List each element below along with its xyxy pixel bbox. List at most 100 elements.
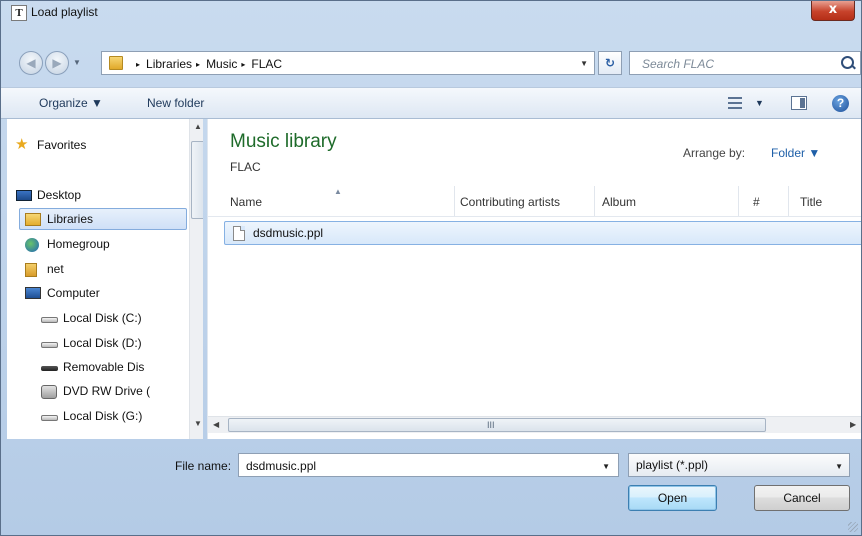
sidebar-item-homegroup[interactable]: Homegroup	[25, 236, 175, 256]
column-header-row: ▲ Name Contributing artists Album # Titl…	[208, 186, 861, 217]
breadcrumb-music[interactable]: Music	[206, 57, 237, 71]
sidebar-item-label: DVD RW Drive (	[63, 384, 151, 398]
refresh-button[interactable]: ↻	[598, 51, 622, 75]
sidebar-item-computer[interactable]: Computer	[25, 285, 175, 305]
homegroup-icon	[25, 238, 39, 252]
cancel-button[interactable]: Cancel	[754, 485, 850, 511]
title-bar[interactable]: T Load playlist x	[1, 1, 861, 23]
file-name-input[interactable]: dsdmusic.ppl ▼	[238, 453, 619, 477]
sidebar-item-local-disk-c[interactable]: Local Disk (C:)	[41, 310, 181, 330]
removable-drive-icon	[41, 366, 58, 371]
views-dropdown[interactable]: ▼	[755, 98, 764, 108]
dialog-footer: File name: dsdmusic.ppl ▼ playlist (*.pp…	[1, 439, 861, 535]
horizontal-scroll-thumb[interactable]: III	[228, 418, 766, 432]
dvd-drive-icon	[41, 385, 57, 399]
column-name[interactable]: Name	[230, 195, 262, 209]
window-title: Load playlist	[31, 5, 98, 19]
resize-grip[interactable]	[848, 522, 858, 532]
horizontal-scrollbar[interactable]: ◀ III ▶	[208, 416, 861, 433]
sidebar-item-label: Computer	[47, 286, 100, 300]
column-number[interactable]: #	[753, 195, 760, 209]
column-divider[interactable]	[454, 186, 455, 216]
sort-ascending-icon: ▲	[334, 187, 342, 196]
libraries-icon	[25, 213, 41, 226]
breadcrumb: ▸ Libraries ▸ Music ▸ FLAC	[132, 57, 282, 71]
file-name-value: dsdmusic.ppl	[246, 459, 317, 473]
help-icon[interactable]: ?	[832, 95, 849, 112]
app-icon: T	[11, 5, 27, 21]
breadcrumb-flac[interactable]: FLAC	[251, 57, 282, 71]
arrange-by-dropdown[interactable]: Folder ▼	[771, 146, 820, 160]
sidebar-item-net[interactable]: net	[25, 261, 175, 281]
chevron-down-icon[interactable]: ▼	[602, 462, 610, 471]
sidebar-item-label: Desktop	[37, 188, 82, 202]
address-row: ◀ ▶ ▼ ▸ Libraries ▸ Music ▸ FLAC ▼ ↻ Search F…	[1, 47, 861, 75]
sidebar-item-label: Homegroup	[47, 237, 110, 251]
new-folder-button[interactable]: New folder	[147, 96, 204, 110]
load-playlist-dialog: T Load playlist x ◀ ▶ ▼ ▸ Libraries ▸ Music…	[0, 0, 862, 536]
sidebar-item-removable-disk[interactable]: Removable Dis	[41, 359, 181, 379]
breadcrumb-separator[interactable]: ▸	[196, 60, 200, 69]
forward-button[interactable]: ▶	[45, 51, 69, 75]
file-name-label: File name:	[175, 459, 232, 473]
sidebar-item-label: Local Disk (G:)	[63, 409, 143, 423]
views-icon[interactable]	[728, 97, 742, 109]
scroll-up-icon[interactable]: ▲	[194, 122, 202, 131]
column-divider[interactable]	[738, 186, 739, 216]
file-type-select[interactable]: playlist (*.ppl) ▼	[628, 453, 850, 477]
scroll-grip: III	[487, 420, 495, 430]
library-title: Music library	[230, 131, 337, 152]
preview-pane-icon[interactable]	[791, 96, 807, 110]
open-button[interactable]: Open	[628, 485, 717, 511]
column-divider[interactable]	[788, 186, 789, 216]
sidebar-scrollbar[interactable]: ▲ ▼	[189, 119, 203, 439]
column-divider[interactable]	[594, 186, 595, 216]
back-button[interactable]: ◀	[19, 51, 43, 75]
recent-locations-dropdown[interactable]: ▼	[73, 58, 81, 67]
navigation-pane: ★ Favorites Desktop Libraries Homegroup …	[7, 119, 203, 439]
breadcrumb-libraries[interactable]: Libraries	[146, 57, 192, 71]
file-row[interactable]: dsdmusic.ppl	[224, 221, 861, 245]
scroll-left-icon[interactable]: ◀	[213, 420, 219, 429]
command-bar: Organize ▼ New folder ▼ ?	[1, 87, 861, 119]
drive-icon	[41, 342, 58, 348]
sidebar-item-label: Removable Dis	[63, 360, 145, 374]
sidebar-scroll-thumb[interactable]	[191, 141, 203, 219]
file-type-value: playlist (*.ppl)	[636, 458, 709, 472]
sidebar-item-libraries[interactable]: Libraries	[19, 208, 187, 230]
file-list-pane: Music library FLAC Arrange by: Folder ▼ …	[207, 119, 861, 439]
computer-icon	[25, 287, 41, 299]
breadcrumb-separator[interactable]: ▸	[241, 60, 245, 69]
search-placeholder: Search FLAC	[642, 57, 715, 71]
column-title[interactable]: Title	[800, 195, 822, 209]
scroll-down-icon[interactable]: ▼	[194, 419, 202, 428]
sidebar-item-label: net	[47, 262, 64, 276]
sidebar-item-dvd-rw-drive[interactable]: DVD RW Drive (	[41, 383, 181, 403]
star-icon: ★	[15, 136, 29, 153]
sidebar-item-label: Libraries	[47, 212, 94, 226]
chevron-down-icon[interactable]: ▼	[835, 462, 843, 471]
drive-icon	[41, 415, 58, 421]
sidebar-item-label: Favorites	[37, 138, 87, 152]
close-button[interactable]: x	[811, 1, 855, 21]
search-icon[interactable]	[841, 56, 854, 69]
sidebar-item-favorites[interactable]: ★ Favorites	[15, 137, 165, 157]
search-input[interactable]: Search FLAC	[629, 51, 861, 75]
library-subtitle: FLAC	[230, 160, 261, 174]
column-contributing-artists[interactable]: Contributing artists	[460, 195, 560, 209]
organize-button[interactable]: Organize ▼	[39, 96, 103, 110]
sidebar-item-label: Local Disk (D:)	[63, 336, 142, 350]
sidebar-item-local-disk-g[interactable]: Local Disk (G:)	[41, 408, 181, 428]
folder-icon	[109, 56, 123, 70]
user-folder-icon	[25, 263, 37, 277]
file-name: dsdmusic.ppl	[253, 226, 324, 240]
scroll-right-icon[interactable]: ▶	[850, 420, 856, 429]
sidebar-item-desktop[interactable]: Desktop	[15, 187, 165, 207]
column-album[interactable]: Album	[602, 195, 636, 209]
sidebar-item-local-disk-d[interactable]: Local Disk (D:)	[41, 335, 181, 355]
address-bar[interactable]: ▸ Libraries ▸ Music ▸ FLAC ▼	[101, 51, 595, 75]
address-dropdown-icon[interactable]: ▼	[580, 59, 588, 68]
breadcrumb-separator[interactable]: ▸	[136, 60, 140, 69]
sidebar-item-label: Local Disk (C:)	[63, 311, 142, 325]
drive-icon	[41, 317, 58, 323]
